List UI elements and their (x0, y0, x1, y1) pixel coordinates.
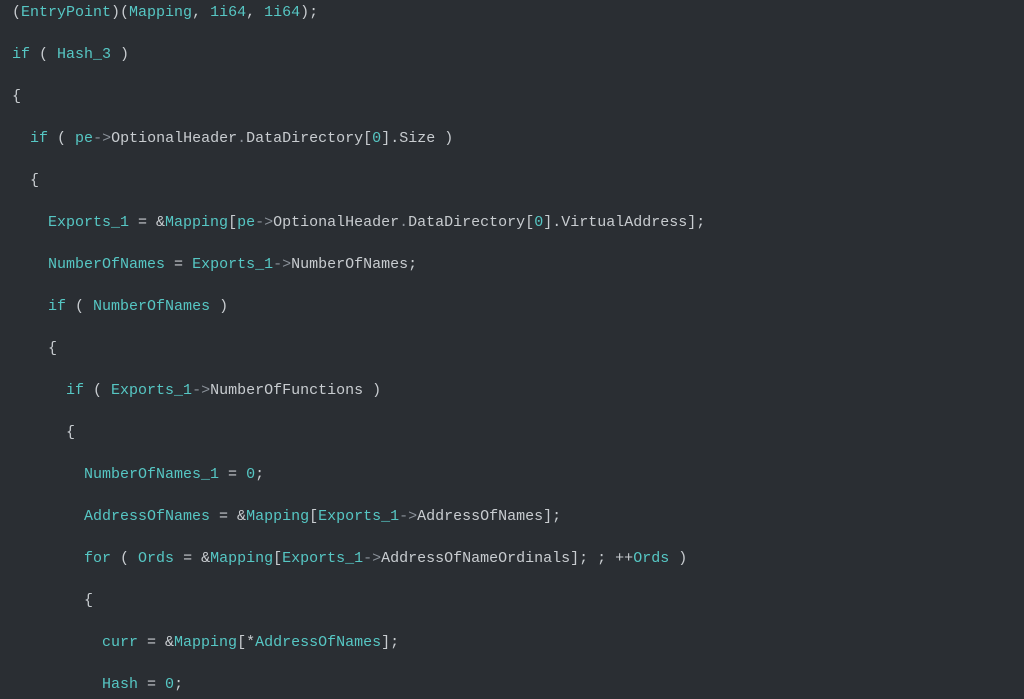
code-line: { (12, 590, 1016, 611)
code-line: if ( Exports_1->NumberOfFunctions ) (12, 380, 1016, 401)
code-line: for ( Ords = &Mapping[Exports_1->Address… (12, 548, 1016, 569)
code-line: AddressOfNames = &Mapping[Exports_1->Add… (12, 506, 1016, 527)
code-line: Hash = 0; (12, 674, 1016, 695)
code-line: if ( NumberOfNames ) (12, 296, 1016, 317)
code-line: if ( pe->OptionalHeader.DataDirectory[0]… (12, 128, 1016, 149)
code-line: { (12, 170, 1016, 191)
code-line: curr = &Mapping[*AddressOfNames]; (12, 632, 1016, 653)
code-line: NumberOfNames_1 = 0; (12, 464, 1016, 485)
code-line: Exports_1 = &Mapping[pe->OptionalHeader.… (12, 212, 1016, 233)
code-line: { (12, 86, 1016, 107)
code-line: NumberOfNames = Exports_1->NumberOfNames… (12, 254, 1016, 275)
decompiled-code-view[interactable]: (EntryPoint)(Mapping, 1i64, 1i64); if ( … (0, 0, 1024, 699)
code-line: if ( Hash_3 ) (12, 44, 1016, 65)
code-line: (EntryPoint)(Mapping, 1i64, 1i64); (12, 2, 1016, 23)
code-line: { (12, 338, 1016, 359)
code-line: { (12, 422, 1016, 443)
